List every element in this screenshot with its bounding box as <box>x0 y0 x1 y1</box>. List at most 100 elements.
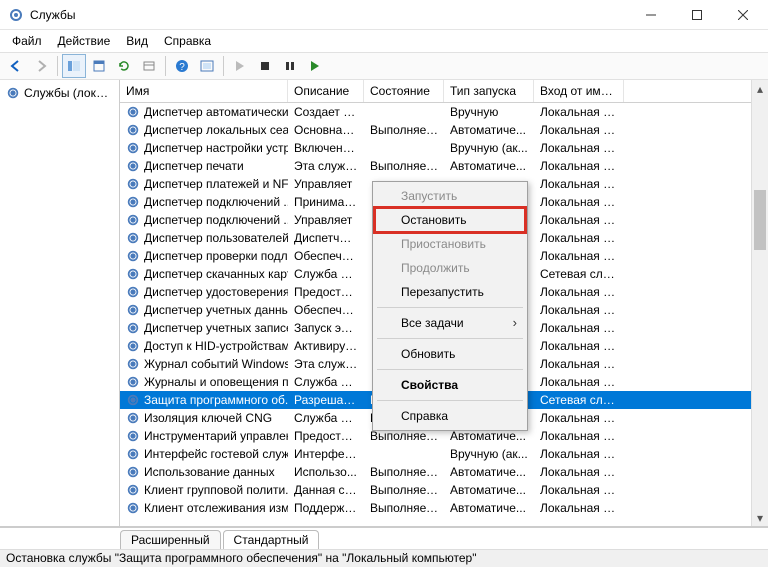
service-icon <box>126 123 140 137</box>
service-name-cell: Диспетчер подключений ... <box>120 213 288 227</box>
service-state: Выполняется <box>364 123 444 137</box>
service-desc: Обеспечи... <box>288 249 364 263</box>
service-name-cell: Доступ к HID-устройствам <box>120 339 288 353</box>
service-name: Защита программного об... <box>144 393 288 407</box>
maximize-button[interactable] <box>674 0 720 30</box>
service-logon: Локальная сис... <box>534 447 624 461</box>
refresh-button[interactable] <box>112 54 136 78</box>
export-button[interactable] <box>87 54 111 78</box>
service-name-cell: Клиент отслеживания изм... <box>120 501 288 515</box>
service-name: Диспетчер подключений ... <box>144 213 288 227</box>
service-desc: Предостав... <box>288 285 364 299</box>
context-menu: Запустить Остановить Приостановить Продо… <box>372 181 528 431</box>
col-name[interactable]: Имя <box>120 80 288 102</box>
list-header: Имя Описание Состояние Тип запуска Вход … <box>120 80 768 103</box>
col-startup[interactable]: Тип запуска <box>444 80 534 102</box>
service-name-cell: Защита программного об... <box>120 393 288 407</box>
service-startup: Автоматиче... <box>444 123 534 137</box>
service-row[interactable]: Клиент отслеживания изм...Поддержи...Вып… <box>120 499 768 517</box>
service-desc: Поддержи... <box>288 501 364 515</box>
service-name-cell: Диспетчер учетных данных <box>120 303 288 317</box>
service-desc: Интерфей... <box>288 447 364 461</box>
service-logon: Локальная сис... <box>534 231 624 245</box>
service-row[interactable]: Клиент групповой полити...Данная сл...Вы… <box>120 481 768 499</box>
tree-sidebar: Службы (локальные) <box>0 80 120 526</box>
status-bar: Остановка службы "Защита программного об… <box>0 549 768 567</box>
service-row[interactable]: Использование данныхИспользо...Выполняет… <box>120 463 768 481</box>
service-name: Диспетчер проверки подл... <box>144 249 288 263</box>
service-icon <box>126 321 140 335</box>
service-name-cell: Диспетчер локальных сеа... <box>120 123 288 137</box>
service-name-cell: Интерфейс гостевой служ... <box>120 447 288 461</box>
service-logon: Локальная сис... <box>534 105 624 119</box>
menu-action[interactable]: Действие <box>50 32 119 50</box>
service-name: Диспетчер печати <box>144 159 244 173</box>
service-row[interactable]: Диспетчер печатиЭта служб...ВыполняетсяА… <box>120 157 768 175</box>
service-logon: Локальная сис... <box>534 195 624 209</box>
ctx-resume: Продолжить <box>375 256 525 280</box>
tree-root-services[interactable]: Службы (локальные) <box>2 84 117 102</box>
service-name: Диспетчер скачанных карт <box>144 267 288 281</box>
tab-extended[interactable]: Расширенный <box>120 530 221 549</box>
show-hide-tree-button[interactable] <box>62 54 86 78</box>
service-name: Диспетчер настройки устр... <box>144 141 288 155</box>
service-desc: Служба ж... <box>288 375 364 389</box>
col-state[interactable]: Состояние <box>364 80 444 102</box>
ctx-restart[interactable]: Перезапустить <box>375 280 525 304</box>
service-name-cell: Диспетчер учетных записе... <box>120 321 288 335</box>
service-name-cell: Журналы и оповещения п... <box>120 375 288 389</box>
minimize-button[interactable] <box>628 0 674 30</box>
ctx-properties[interactable]: Свойства <box>375 373 525 397</box>
services-icon <box>6 86 20 100</box>
service-name-cell: Диспетчер автоматических... <box>120 105 288 119</box>
service-list-panel: Имя Описание Состояние Тип запуска Вход … <box>120 80 768 526</box>
vertical-scrollbar[interactable]: ▴ ▾ <box>751 80 768 526</box>
service-logon: Сетевая служба <box>534 393 624 407</box>
service-desc: Служба W... <box>288 267 364 281</box>
close-button[interactable] <box>720 0 766 30</box>
scroll-down-icon[interactable]: ▾ <box>752 509 768 526</box>
col-logon[interactable]: Вход от имени <box>534 80 624 102</box>
window-title: Службы <box>30 8 628 22</box>
service-desc: Запуск это... <box>288 321 364 335</box>
ctx-all-tasks[interactable]: Все задачи <box>375 311 525 335</box>
help-button[interactable]: ? <box>170 54 194 78</box>
nav-back-button[interactable] <box>4 54 28 78</box>
service-row[interactable]: Диспетчер локальных сеа...Основная ...Вы… <box>120 121 768 139</box>
service-name-cell: Диспетчер платежей и NF... <box>120 177 288 191</box>
menu-view[interactable]: Вид <box>118 32 156 50</box>
menu-help[interactable]: Справка <box>156 32 219 50</box>
service-startup: Автоматиче... <box>444 159 534 173</box>
console-button[interactable] <box>195 54 219 78</box>
pause-service-button[interactable] <box>278 54 302 78</box>
ctx-refresh[interactable]: Обновить <box>375 342 525 366</box>
service-logon: Локальная сис... <box>534 501 624 515</box>
service-icon <box>126 483 140 497</box>
service-icon <box>126 213 140 227</box>
service-desc: Основная ... <box>288 123 364 137</box>
service-startup: Автоматиче... <box>444 465 534 479</box>
stop-service-button[interactable] <box>253 54 277 78</box>
tab-standard[interactable]: Стандартный <box>223 530 320 549</box>
service-name: Клиент отслеживания изм... <box>144 501 288 515</box>
service-logon: Локальная сис... <box>534 429 624 443</box>
col-desc[interactable]: Описание <box>288 80 364 102</box>
service-row[interactable]: Диспетчер автоматических...Создает п...В… <box>120 103 768 121</box>
nav-forward-button[interactable] <box>29 54 53 78</box>
service-row[interactable]: Интерфейс гостевой служ...Интерфей... Вру… <box>120 445 768 463</box>
ctx-stop[interactable]: Остановить <box>375 208 525 232</box>
start-service-button[interactable] <box>228 54 252 78</box>
service-name: Диспетчер платежей и NF... <box>144 177 288 191</box>
scroll-thumb[interactable] <box>754 190 766 250</box>
properties-button[interactable] <box>137 54 161 78</box>
service-icon <box>126 303 140 317</box>
service-row[interactable]: Диспетчер настройки устр...Включени...Вр… <box>120 139 768 157</box>
service-startup: Вручную (ак... <box>444 447 534 461</box>
menu-file[interactable]: Файл <box>4 32 50 50</box>
service-name-cell: Клиент групповой полити... <box>120 483 288 497</box>
ctx-help[interactable]: Справка <box>375 404 525 428</box>
service-state: Выполняется <box>364 501 444 515</box>
service-list[interactable]: Диспетчер автоматических...Создает п...В… <box>120 103 768 526</box>
scroll-up-icon[interactable]: ▴ <box>752 80 768 97</box>
restart-service-button[interactable] <box>303 54 327 78</box>
